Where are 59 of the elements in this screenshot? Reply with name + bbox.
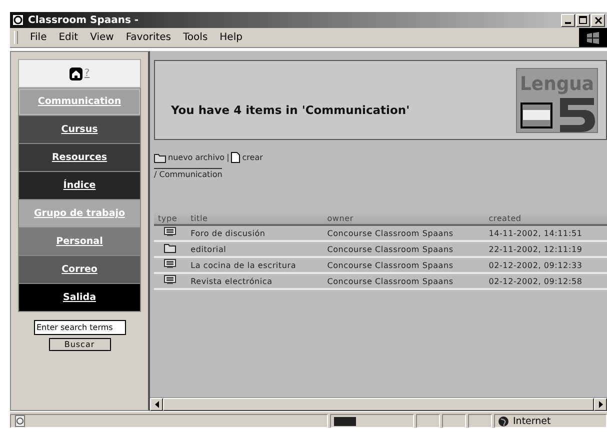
action-link[interactable]: crear [231,152,263,163]
browser-icon [12,14,24,26]
nav-link[interactable]: Correo [18,256,141,284]
status-panel [442,414,466,428]
minimize-icon [565,22,571,24]
column-header[interactable]: title [186,211,324,225]
table-cell: Concourse Classroom Spaans [323,225,485,241]
home-icon [69,66,84,80]
page-heading: You have 4 items in 'Communication' [171,103,410,117]
close-icon [594,16,602,24]
scroll-left-button[interactable] [150,398,163,411]
column-header[interactable]: owner [323,211,485,225]
close-button[interactable] [591,14,605,26]
windows-logo-icon [586,32,600,44]
nav-link[interactable]: Salida [18,284,141,312]
status-panel [416,414,440,428]
column-header[interactable]: type [154,211,187,225]
menu-item[interactable]: File [24,32,53,43]
menu-item[interactable]: Tools [177,32,214,43]
nav-link[interactable]: Personal [18,228,141,256]
security-zone: Internet [513,416,551,426]
left-arrow-icon [154,401,158,408]
separator: | [226,153,230,162]
search-button[interactable]: Buscar [48,338,110,351]
globe-icon [498,416,509,426]
table-cell: Concourse Classroom Spaans [323,257,485,273]
minimize-button[interactable] [561,14,575,26]
table-cell: 02-12-2002, 09:12:33 [484,257,607,273]
status-panel [468,414,492,428]
maximize-icon [579,16,587,24]
table-cell: 02-12-2002, 09:12:58 [484,273,607,289]
scrollbar-thumb[interactable] [163,398,594,411]
table-cell: Concourse Classroom Spaans [323,273,485,289]
scroll-right-button[interactable] [594,398,607,411]
menu-item[interactable]: Favorites [120,32,178,43]
page-icon [14,415,26,427]
menu-item[interactable]: Help [214,32,248,43]
nav-link[interactable]: Índice [18,172,141,200]
search-field[interactable]: Enter search terms [34,320,126,335]
page-icon [231,152,240,163]
table-cell: Concourse Classroom Spaans [323,241,485,257]
column-header[interactable]: created [484,211,607,225]
menu-item[interactable]: Edit [52,32,84,43]
breadcrumb: / Communication [154,168,222,179]
menu-item[interactable]: View [84,32,120,43]
table-cell: 22-11-2002, 12:11:19 [484,241,607,257]
action-link[interactable]: nuevo archivo [154,152,225,162]
folder-icon [164,243,176,253]
table-cell[interactable]: Revista electrónica [186,273,324,289]
nav-link[interactable]: Resources [18,144,141,172]
maximize-button[interactable] [576,14,590,26]
folder-icon [154,152,166,162]
table-cell[interactable]: La cocina de la escritura [186,257,324,273]
nav-link[interactable]: Cursus [18,116,141,144]
table-cell[interactable]: editorial [186,241,324,257]
right-arrow-icon [598,401,602,408]
table-cell[interactable]: Foro de discusión [186,225,324,241]
window-title: Classroom Spaans - [28,14,140,26]
table-cell: 14-11-2002, 14:11:51 [484,225,607,241]
